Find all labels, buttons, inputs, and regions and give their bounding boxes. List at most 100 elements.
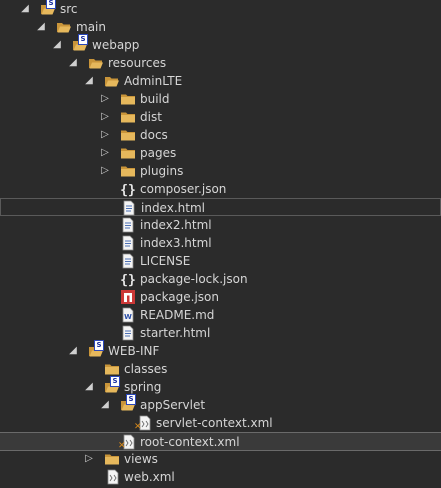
folder-icon	[120, 91, 136, 107]
tree-row[interactable]: ▷ pages	[0, 144, 441, 162]
tree-item-label: pages	[140, 146, 177, 160]
spring-nature-badge-icon: S	[94, 340, 104, 351]
json-file-icon: {}	[120, 271, 136, 288]
tree-row[interactable]: {} composer.json	[0, 180, 441, 198]
tree-item-label: main	[76, 20, 106, 34]
folder-open-icon	[104, 73, 120, 89]
tree-item-label: package-lock.json	[140, 272, 248, 286]
spring-nature-badge-icon: S	[46, 0, 56, 9]
tree-row[interactable]: ▷ dist	[0, 108, 441, 126]
tree-item-label: webapp	[92, 38, 140, 52]
json-file-icon: {}	[120, 181, 136, 198]
folder-open-icon: S	[88, 340, 104, 359]
folder-open-icon: S	[120, 394, 136, 413]
tree-row[interactable]: ▷ build	[0, 90, 441, 108]
tree-item-label: package.json	[140, 290, 220, 304]
expanded-arrow-icon[interactable]: ◢	[36, 22, 46, 32]
tree-row[interactable]: index2.html	[0, 216, 441, 234]
tree-item-label: root-context.xml	[140, 435, 240, 449]
tree-row[interactable]: ◢ Swebapp	[0, 34, 441, 54]
tree-row[interactable]: ◢ Sspring	[0, 376, 441, 396]
folder-open-icon	[56, 19, 72, 35]
markdown-file-icon: W	[120, 307, 136, 323]
tree-item-label: plugins	[140, 164, 184, 178]
tree-row[interactable]: ◢ SappServlet	[0, 394, 441, 414]
html-file-icon	[121, 200, 137, 216]
spring-nature-badge-icon: S	[110, 376, 120, 387]
tree-item-label: resources	[108, 56, 167, 70]
tree-item-label: LICENSE	[140, 254, 191, 268]
tree-row[interactable]: ▷ docs	[0, 126, 441, 144]
folder-open-icon	[88, 55, 104, 71]
tree-item-label: index.html	[141, 201, 205, 215]
spring-nature-badge-icon: S	[78, 34, 88, 45]
tree-item-label: index3.html	[140, 236, 212, 250]
tree-row[interactable]: ◢ main	[0, 18, 441, 36]
tree-item-label: composer.json	[140, 182, 227, 196]
spring-config-overlay-icon: ✕	[134, 422, 142, 432]
tree-row[interactable]: LICENSE	[0, 252, 441, 270]
svg-text:W: W	[124, 313, 132, 321]
tree-item-label: starter.html	[140, 326, 211, 340]
expanded-arrow-icon[interactable]: ◢	[84, 382, 94, 392]
spring-nature-badge-icon: S	[126, 394, 136, 405]
tree-row[interactable]: index.html	[0, 198, 441, 216]
tree-row[interactable]: ▷ plugins	[0, 162, 441, 180]
collapsed-arrow-icon[interactable]: ▷	[100, 112, 110, 122]
collapsed-arrow-icon[interactable]: ▷	[84, 454, 94, 464]
spring-xml-file-icon: ✕	[118, 434, 136, 451]
project-explorer-tree: ◢ Ssrc ◢ main ◢ Swebapp ◢ resources ◢ AdminLTE ▷ bu…	[0, 0, 441, 485]
tree-item-label: AdminLTE	[124, 74, 183, 88]
folder-open-icon: S	[72, 34, 88, 53]
collapsed-arrow-icon[interactable]: ▷	[100, 148, 110, 158]
expanded-arrow-icon[interactable]: ◢	[100, 400, 110, 410]
folder-open-icon: S	[40, 0, 56, 17]
html-file-icon	[120, 325, 136, 341]
tree-item-label: dist	[140, 110, 162, 124]
text-file-icon	[120, 253, 136, 269]
tree-row[interactable]: {} package-lock.json	[0, 270, 441, 288]
collapsed-arrow-icon[interactable]: ▷	[100, 94, 110, 104]
tree-item-label: servlet-context.xml	[156, 416, 273, 430]
tree-row[interactable]: starter.html	[0, 324, 441, 342]
tree-row[interactable]: web.xml	[0, 468, 441, 486]
html-file-icon	[120, 217, 136, 233]
tree-row[interactable]: ◢ Ssrc	[0, 0, 441, 18]
expanded-arrow-icon[interactable]: ◢	[84, 76, 94, 86]
spring-config-overlay-icon: ✕	[118, 441, 126, 451]
tree-item-label: src	[60, 2, 78, 16]
tree-row[interactable]: ◢ resources	[0, 54, 441, 72]
folder-icon	[104, 451, 120, 467]
folder-icon	[120, 163, 136, 179]
folder-icon	[104, 361, 120, 377]
npm-file-icon	[120, 289, 136, 305]
tree-item-label: build	[140, 92, 170, 106]
svg-text:{}: {}	[120, 273, 136, 287]
spring-xml-file-icon: ✕	[134, 415, 152, 432]
tree-row[interactable]: W README.md	[0, 306, 441, 324]
tree-row[interactable]: index3.html	[0, 234, 441, 252]
folder-icon	[120, 109, 136, 125]
expanded-arrow-icon[interactable]: ◢	[20, 4, 30, 14]
tree-item-label: views	[124, 452, 158, 466]
expanded-arrow-icon[interactable]: ◢	[68, 346, 78, 356]
collapsed-arrow-icon[interactable]: ▷	[100, 130, 110, 140]
tree-row[interactable]: ◢ AdminLTE	[0, 72, 441, 90]
tree-row[interactable]: ✕ servlet-context.xml	[0, 414, 441, 432]
tree-row[interactable]: package.json	[0, 288, 441, 306]
folder-icon	[120, 145, 136, 161]
tree-row[interactable]: ▷ views	[0, 450, 441, 468]
tree-row[interactable]: ◢ S WEB-INF	[0, 340, 441, 360]
collapsed-arrow-icon[interactable]: ▷	[100, 166, 110, 176]
xml-file-icon	[104, 469, 120, 485]
tree-item-label: web.xml	[124, 470, 175, 484]
tree-row[interactable]: classes	[0, 360, 441, 378]
tree-row[interactable]: ✕ root-context.xml	[0, 432, 441, 451]
tree-item-label: README.md	[140, 308, 215, 322]
svg-text:{}: {}	[120, 183, 136, 197]
tree-item-label: appServlet	[140, 398, 206, 412]
expanded-arrow-icon[interactable]: ◢	[52, 40, 62, 50]
tree-item-label: spring	[124, 380, 162, 394]
tree-item-label: docs	[140, 128, 168, 142]
expanded-arrow-icon[interactable]: ◢	[68, 58, 78, 68]
